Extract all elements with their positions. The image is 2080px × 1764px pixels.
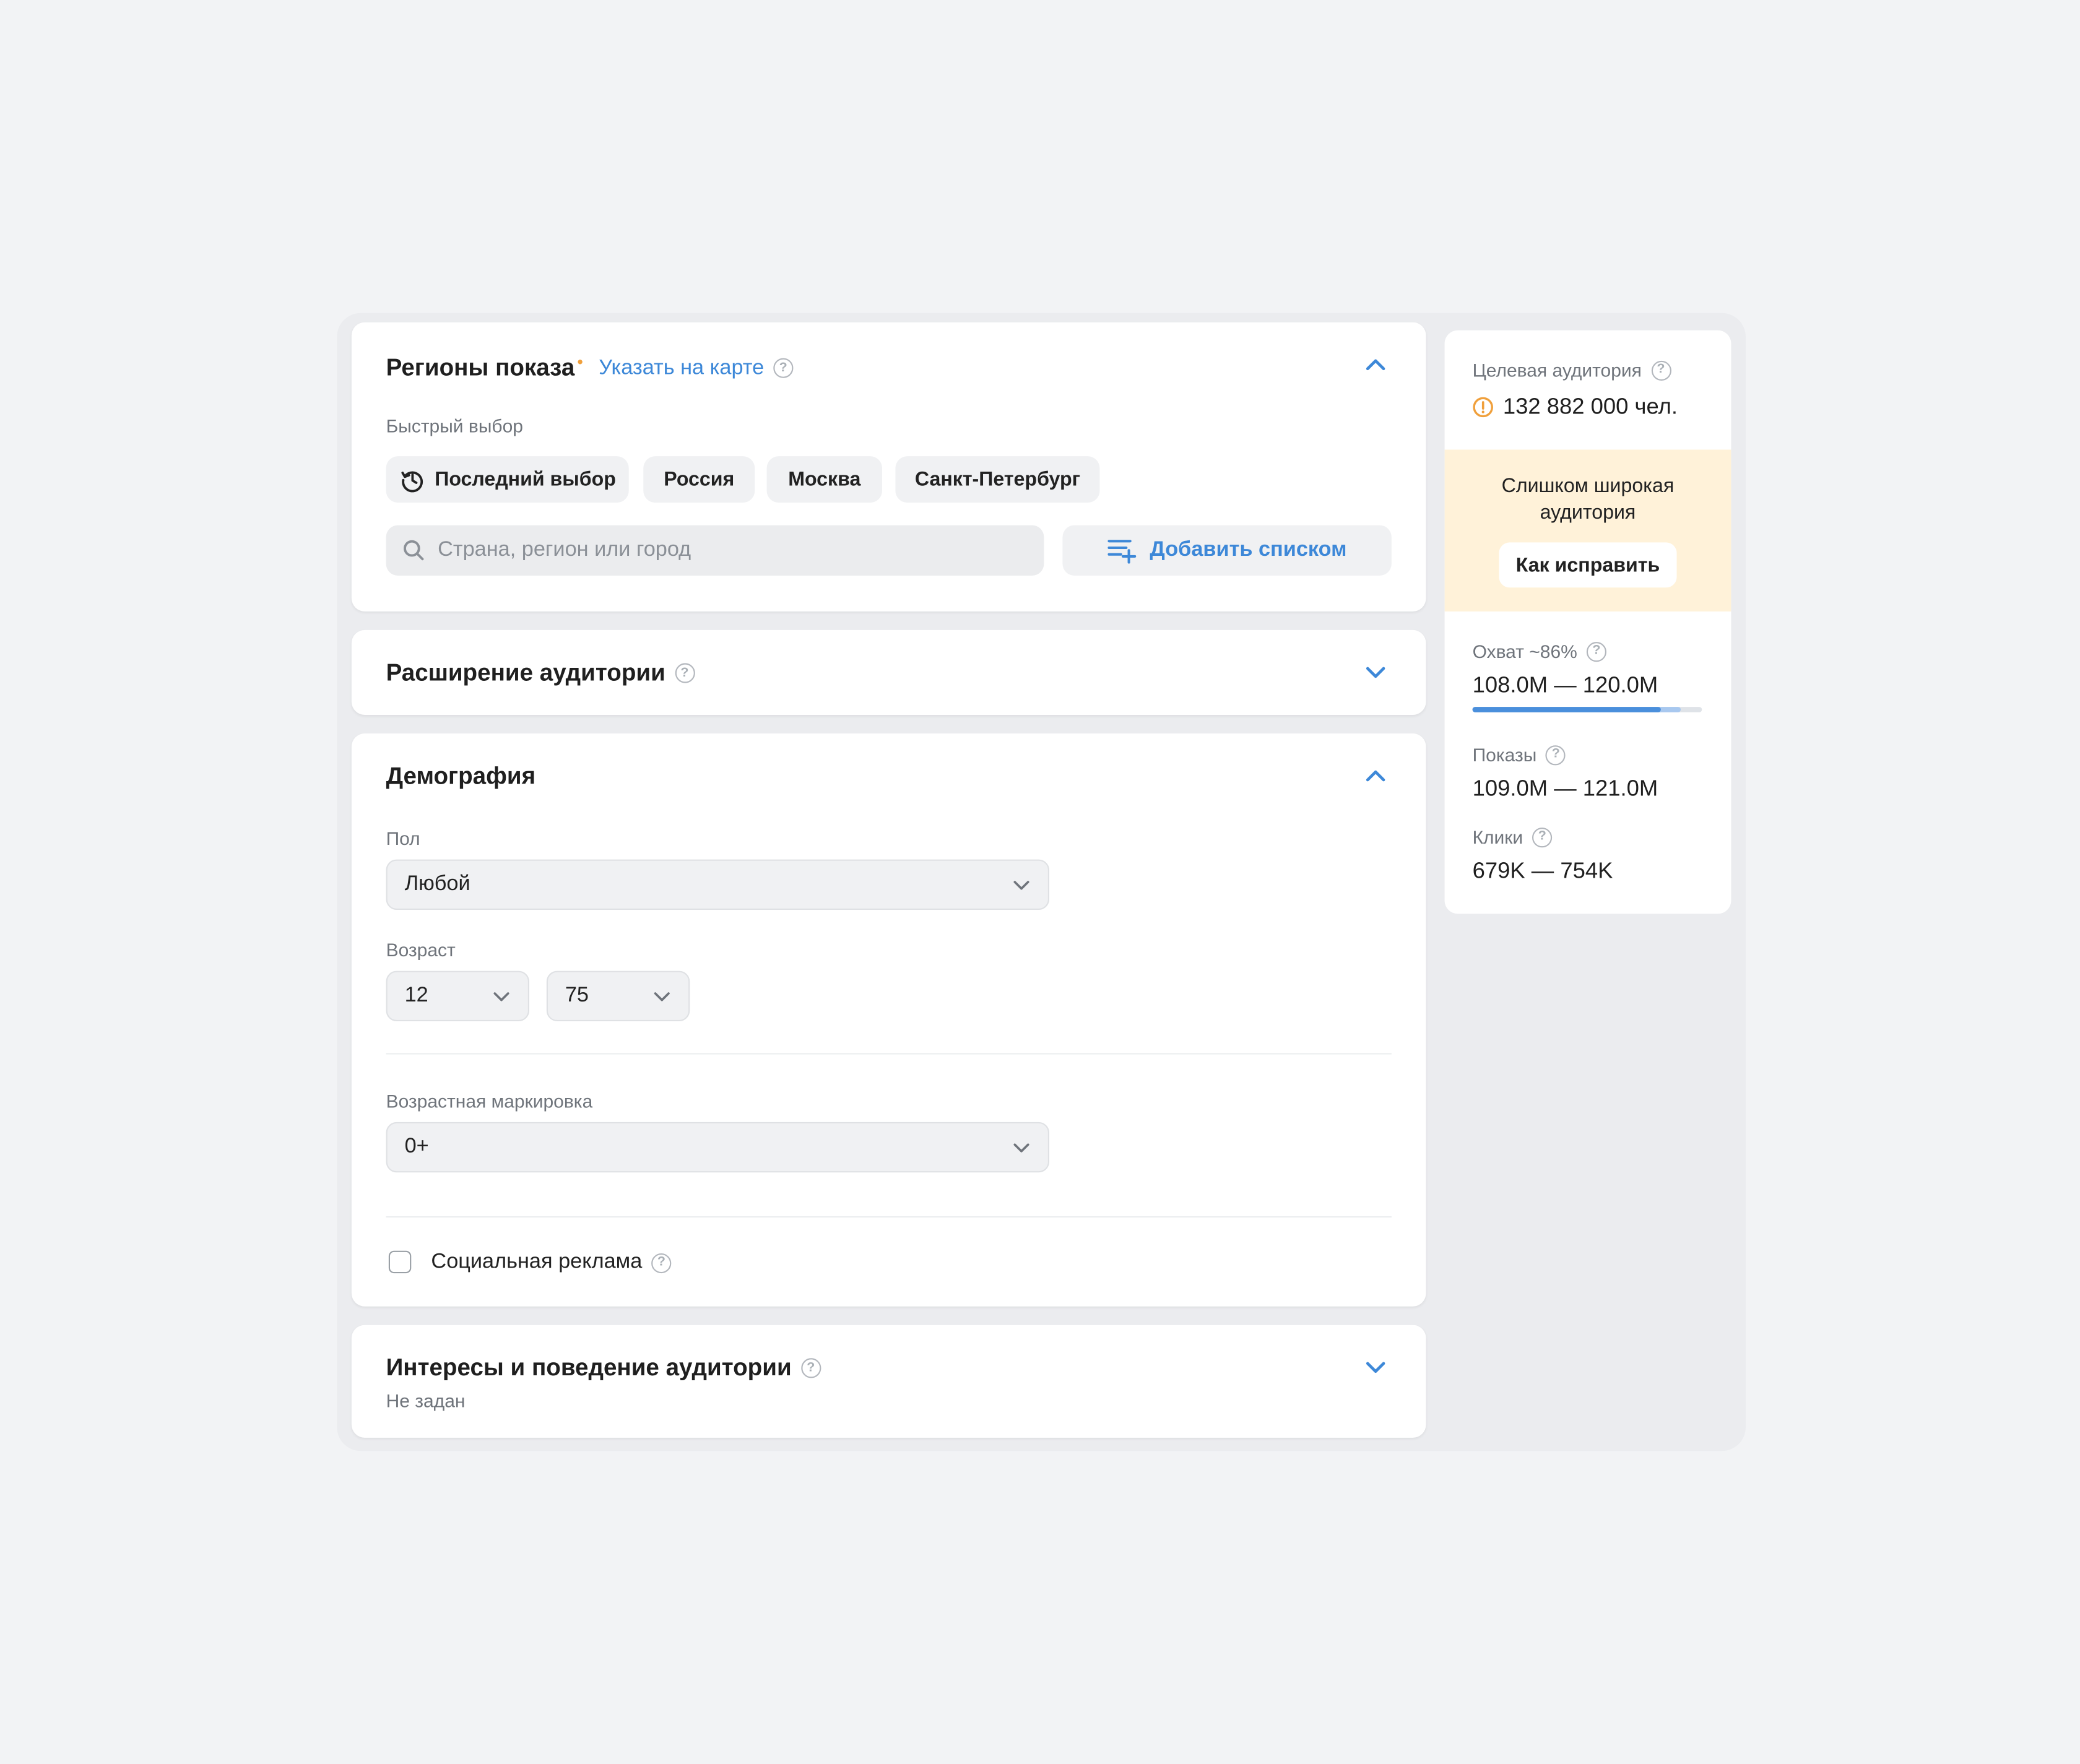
history-icon <box>401 470 423 492</box>
chevron-down-icon[interactable] <box>1363 659 1389 686</box>
question-circle-icon[interactable]: ? <box>1586 641 1606 662</box>
clicks-label: Клики <box>1472 826 1523 848</box>
chevron-down-icon <box>654 992 670 1001</box>
age-from-select[interactable]: 12 <box>386 971 529 1021</box>
social-ad-label[interactable]: Социальная реклама <box>431 1251 642 1275</box>
chevron-down-icon[interactable] <box>1363 1354 1389 1381</box>
interests-title: Интересы и поведение аудитории <box>386 1354 792 1381</box>
age-label: Возраст <box>386 939 456 961</box>
region-search-input[interactable] <box>438 538 1021 563</box>
demography-card: Демография Пол Любой Возраст 12 75 Возра… <box>351 733 1426 1307</box>
chevron-down-icon <box>1013 1143 1029 1152</box>
chevron-up-icon[interactable] <box>1363 763 1389 789</box>
expansion-title: Расширение аудитории <box>386 659 665 686</box>
question-circle-icon[interactable]: ? <box>1532 827 1553 847</box>
chip-moscow[interactable]: Москва <box>766 456 882 503</box>
audience-value: 132 882 000 чел. <box>1502 394 1678 420</box>
required-mark: • <box>577 352 583 371</box>
warning-circle-icon <box>1473 397 1493 418</box>
audience-label-row: Целевая аудитория ? <box>1473 360 1671 381</box>
add-list-button[interactable]: Добавить списком <box>1062 525 1392 576</box>
clicks-value: 679K — 754K <box>1472 858 1613 884</box>
question-circle-icon[interactable]: ? <box>674 663 695 683</box>
interests-subtitle: Не задан <box>386 1390 466 1411</box>
age-to-value: 75 <box>565 984 589 1007</box>
impressions-label-row: Показы ? <box>1473 744 1566 765</box>
list-add-icon <box>1107 540 1136 564</box>
chip-label: Москва <box>788 468 861 491</box>
regions-card: Регионы показа • Указать на карте ? Быст… <box>351 322 1426 612</box>
question-circle-icon[interactable]: ? <box>1546 745 1566 765</box>
age-marking-select[interactable]: 0+ <box>386 1122 1049 1173</box>
chip-last-choice[interactable]: Последний выбор <box>386 456 629 503</box>
divider <box>386 1216 1392 1218</box>
impressions-label: Показы <box>1472 744 1537 766</box>
age-marking-label: Возрастная маркировка <box>386 1090 593 1112</box>
chip-label: Санкт-Петербург <box>914 468 1080 491</box>
question-circle-icon[interactable]: ? <box>773 358 794 378</box>
demography-title: Демография <box>386 763 536 789</box>
interests-title-row: Интересы и поведение аудитории ? <box>386 1354 821 1382</box>
search-icon <box>404 540 424 561</box>
divider <box>386 1053 1392 1055</box>
reach-value: 108.0M — 120.0M <box>1472 672 1658 698</box>
gender-select[interactable]: Любой <box>386 859 1049 910</box>
map-link[interactable]: Указать на карте <box>599 356 764 380</box>
age-marking-value: 0+ <box>404 1135 429 1158</box>
audience-sidebar: Целевая аудитория ? 132 882 000 чел. Сли… <box>1444 330 1731 914</box>
question-circle-icon[interactable]: ? <box>651 1252 672 1273</box>
audience-label: Целевая аудитория <box>1472 359 1642 381</box>
gender-value: Любой <box>404 873 470 896</box>
reach-label-row: Охват ~86% ? <box>1473 641 1606 662</box>
warning-box: Слишком широкая аудитория Как исправить <box>1444 449 1731 612</box>
chevron-up-icon[interactable] <box>1363 352 1389 378</box>
chevron-down-icon <box>493 992 509 1001</box>
age-from-value: 12 <box>404 984 428 1007</box>
reach-progress-low <box>1472 707 1661 712</box>
regions-title: Регионы показа <box>386 354 575 381</box>
chevron-down-icon <box>1013 881 1029 890</box>
social-ad-row: Социальная реклама ? <box>431 1251 672 1275</box>
age-to-select[interactable]: 75 <box>546 971 690 1021</box>
question-circle-icon[interactable]: ? <box>800 1358 821 1378</box>
expansion-title-row: Расширение аудитории ? <box>386 659 695 687</box>
chip-russia[interactable]: Россия <box>643 456 755 503</box>
expansion-card[interactable]: Расширение аудитории ? <box>351 629 1426 715</box>
interests-card[interactable]: Интересы и поведение аудитории ? Не зада… <box>351 1325 1426 1438</box>
reach-label: Охват ~86% <box>1472 641 1577 662</box>
chip-label: Последний выбор <box>435 468 616 491</box>
regions-title-row: Регионы показа • Указать на карте ? <box>386 352 794 382</box>
question-circle-icon[interactable]: ? <box>1650 360 1671 380</box>
chip-saint-petersburg[interactable]: Санкт-Петербург <box>895 456 1100 503</box>
chip-label: Россия <box>664 468 735 491</box>
impressions-value: 109.0M — 121.0M <box>1472 776 1658 802</box>
stage: Регионы показа • Указать на карте ? Быст… <box>0 0 2080 1764</box>
audience-value-row: 132 882 000 чел. <box>1473 394 1678 420</box>
region-search[interactable] <box>386 525 1044 576</box>
how-to-fix-button[interactable]: Как исправить <box>1499 542 1677 588</box>
clicks-label-row: Клики ? <box>1473 826 1553 847</box>
reach-progress <box>1472 707 1702 712</box>
warning-text: Слишком широкая аудитория <box>1501 475 1675 524</box>
quick-select-label: Быстрый выбор <box>386 415 523 436</box>
add-list-label: Добавить списком <box>1150 538 1347 561</box>
social-ad-checkbox[interactable] <box>388 1250 412 1274</box>
gender-label: Пол <box>386 828 420 849</box>
